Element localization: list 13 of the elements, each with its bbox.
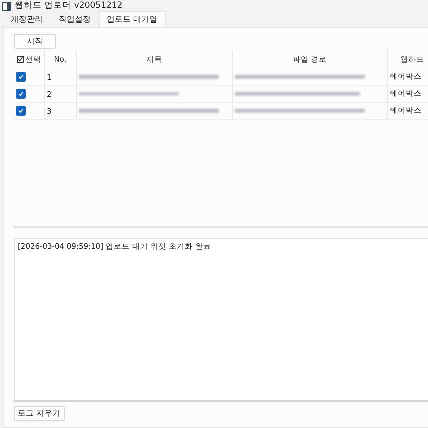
clear-log-button[interactable]: 로그 지우기 [14,406,65,421]
start-button[interactable]: 시작 [14,34,56,49]
checkbox-icon [16,56,24,63]
tab[interactable]: 작업설정 [51,11,99,27]
checkmark-icon [18,74,24,80]
checkbox[interactable] [16,72,26,82]
checkbox[interactable] [16,106,26,116]
checkmark-icon [18,91,24,97]
checkmark-icon [18,108,24,114]
checkbox[interactable] [16,89,26,99]
tab[interactable]: 업로드 대기열 [99,11,166,27]
tab[interactable]: 계정관리 [3,11,51,27]
window-title: 웹하드 업로더 v20051212 [15,0,123,12]
